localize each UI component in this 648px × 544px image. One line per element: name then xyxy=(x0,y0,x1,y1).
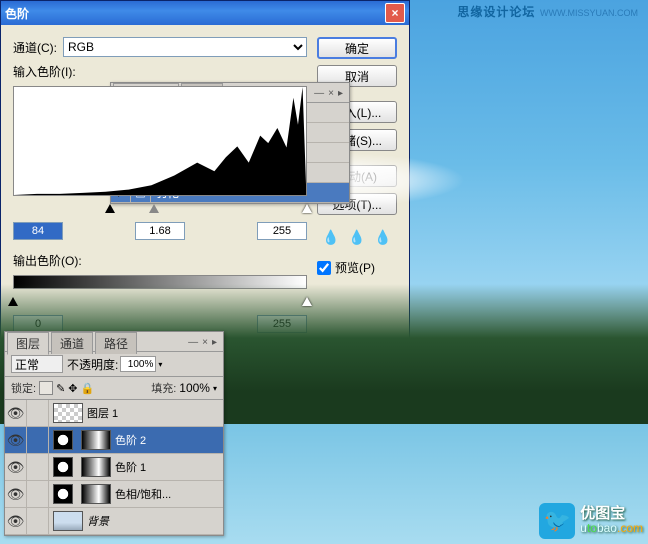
link-cell[interactable] xyxy=(27,508,49,534)
watermark-bottom: 🐦 优图宝 utobao.com xyxy=(539,503,643,539)
bird-icon: 🐦 xyxy=(539,503,575,539)
fill-label: 填充: xyxy=(151,380,176,396)
input-slider[interactable] xyxy=(13,204,307,216)
panel-close-icon[interactable]: × xyxy=(328,88,334,99)
blend-mode-select[interactable]: 正常 xyxy=(11,355,63,373)
layer-row[interactable]: 👁 图层 1 xyxy=(5,400,223,427)
layers-panel: 图层 通道 路径 — × ▸ 正常 不透明度: 100% ▾ 锁定: ✎ ✥ 🔒… xyxy=(4,331,224,536)
layer-thumbnail xyxy=(53,511,83,531)
chevron-down-icon[interactable]: ▾ xyxy=(158,360,162,369)
tab-channels[interactable]: 通道 xyxy=(51,332,93,354)
move-icon[interactable]: ✥ xyxy=(68,382,77,395)
layer-name: 色阶 2 xyxy=(115,432,146,448)
visibility-icon[interactable]: 👁 xyxy=(5,481,27,507)
brush-icon[interactable]: ✎ xyxy=(56,382,65,395)
preview-label: 预览(P) xyxy=(335,259,375,276)
visibility-icon[interactable]: 👁 xyxy=(5,400,27,426)
opacity-input[interactable]: 100% xyxy=(120,356,156,372)
layer-row[interactable]: 👁 色相/饱和... xyxy=(5,481,223,508)
layer-tools-row: 正常 不透明度: 100% ▾ xyxy=(5,352,223,377)
layer-thumbnail xyxy=(53,403,83,423)
layer-row[interactable]: 👁 色阶 2 xyxy=(5,427,223,454)
panel-minimize-icon[interactable]: — xyxy=(188,337,198,348)
channel-select[interactable]: RGB xyxy=(63,37,307,57)
layer-list: 👁 图层 1👁 色阶 2👁 色阶 1👁 色相/饱和...👁 背景 xyxy=(5,400,223,535)
lock-row: 锁定: ✎ ✥ 🔒 填充: 100% ▾ xyxy=(5,377,223,400)
output-slider[interactable] xyxy=(13,297,307,309)
link-cell[interactable] xyxy=(27,481,49,507)
output-white-slider[interactable] xyxy=(302,297,312,306)
layers-tabs: 图层 通道 路径 — × ▸ xyxy=(5,332,223,352)
tab-paths[interactable]: 路径 xyxy=(95,332,137,354)
black-point-slider[interactable] xyxy=(105,204,115,213)
watermark-top: 思缘设计论坛 WWW.MISSYUAN.COM xyxy=(457,3,638,20)
white-point-slider[interactable] xyxy=(302,204,312,213)
layer-name: 色阶 1 xyxy=(115,459,146,475)
mask-thumbnail xyxy=(81,484,111,504)
ok-button[interactable]: 确定 xyxy=(317,37,397,59)
opacity-label: 不透明度: xyxy=(67,356,118,373)
adjustment-icon xyxy=(53,430,73,450)
tab-layers[interactable]: 图层 xyxy=(7,332,49,355)
visibility-icon[interactable]: 👁 xyxy=(5,427,27,453)
panel-minimize-icon[interactable]: — xyxy=(314,88,324,99)
histogram xyxy=(13,86,307,196)
levels-titlebar[interactable]: 色阶 × xyxy=(1,1,409,25)
link-cell[interactable] xyxy=(27,454,49,480)
panel-close-icon[interactable]: × xyxy=(202,337,208,348)
dialog-title: 色阶 xyxy=(5,5,29,22)
channel-label: 通道(C): xyxy=(13,39,57,56)
lock-label: 锁定: xyxy=(11,380,36,396)
panel-menu-icon[interactable]: ▸ xyxy=(212,337,217,348)
layer-row[interactable]: 👁 背景 xyxy=(5,508,223,535)
chevron-down-icon[interactable]: ▾ xyxy=(213,384,217,393)
output-black-slider[interactable] xyxy=(8,297,18,306)
link-cell[interactable] xyxy=(27,400,49,426)
lock-transparency-icon[interactable] xyxy=(39,381,53,395)
input-levels-label: 输入色阶(I): xyxy=(13,63,307,80)
output-levels-label: 输出色阶(O): xyxy=(13,252,307,269)
close-icon[interactable]: × xyxy=(385,3,405,23)
mask-thumbnail xyxy=(81,457,111,477)
fill-input[interactable]: 100% xyxy=(179,381,210,395)
layer-name: 色相/饱和... xyxy=(115,486,171,502)
lock-all-icon[interactable]: 🔒 xyxy=(81,382,95,395)
gamma-slider[interactable] xyxy=(149,204,159,213)
visibility-icon[interactable]: 👁 xyxy=(5,454,27,480)
layer-row[interactable]: 👁 色阶 1 xyxy=(5,454,223,481)
adjustment-icon xyxy=(53,457,73,477)
link-cell[interactable] xyxy=(27,427,49,453)
visibility-icon[interactable]: 👁 xyxy=(5,508,27,534)
panel-menu-icon[interactable]: ▸ xyxy=(338,88,343,99)
layer-name: 图层 1 xyxy=(87,405,118,421)
layer-name: 背景 xyxy=(87,513,109,529)
adjustment-icon xyxy=(53,484,73,504)
preview-checkbox[interactable] xyxy=(317,261,331,275)
mask-thumbnail xyxy=(81,430,111,450)
